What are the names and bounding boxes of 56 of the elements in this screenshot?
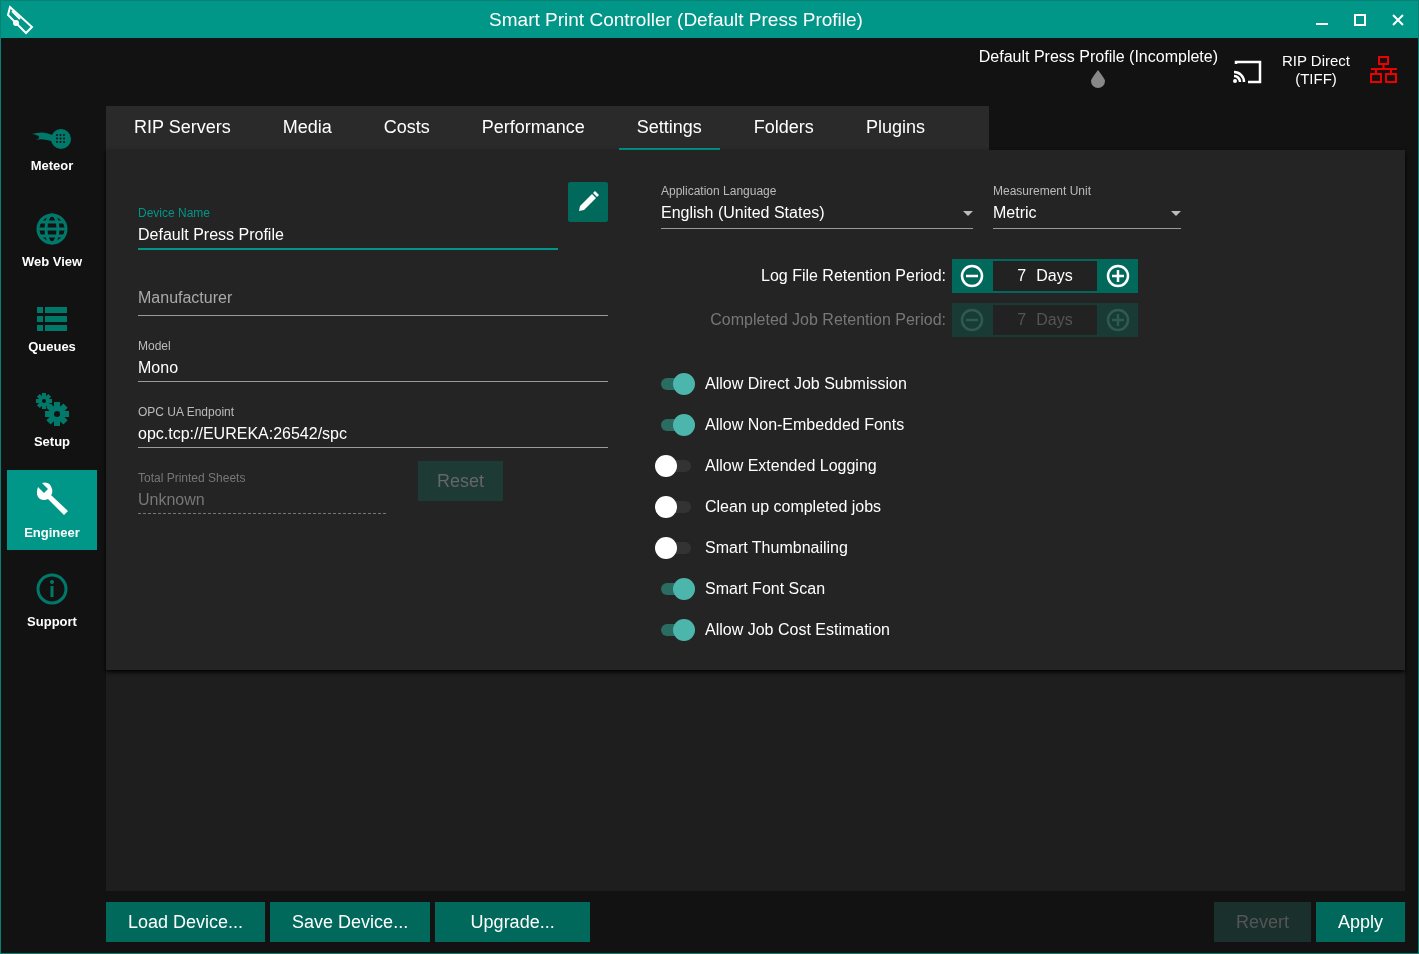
minus-icon: [960, 308, 984, 332]
sidebar-item[interactable]: Engineer: [7, 470, 97, 550]
manufacturer-field[interactable]: Manufacturer: [138, 289, 608, 316]
maximize-icon[interactable]: [1354, 13, 1366, 26]
caret-icon: [963, 210, 973, 216]
wrench-icon: [34, 480, 70, 517]
gears-icon: [35, 391, 69, 426]
tab[interactable]: RIP Servers: [116, 106, 249, 150]
toggle-switch[interactable]: Allow Job Cost Estimation: [655, 609, 1405, 650]
footer-button[interactable]: Apply: [1315, 902, 1405, 942]
caret-icon: [1171, 210, 1181, 216]
text-field[interactable]: OPC UA Endpoint opc.tcp://EUREKA:26542/spc: [138, 405, 608, 448]
dropdown[interactable]: Measurement Unit Metric: [993, 184, 1181, 229]
sidebar-item[interactable]: Queues: [7, 290, 97, 370]
toggle-switch[interactable]: Allow Non-Embedded Fonts: [655, 404, 1405, 445]
profile-status: Default Press Profile (Incomplete): [978, 48, 1218, 66]
cast-icon[interactable]: [1232, 60, 1262, 84]
edit-button[interactable]: [568, 182, 608, 222]
meteor-icon: [32, 127, 72, 150]
footer-button[interactable]: Load Device...: [106, 902, 266, 942]
retention-label: Log File Retention Period:: [760, 267, 946, 285]
sidebar-item[interactable]: Meteor: [7, 110, 97, 190]
retention-label: Completed Job Retention Period:: [709, 311, 946, 329]
list-icon: [37, 306, 67, 331]
plus-icon: [1106, 308, 1130, 332]
toggle-switch[interactable]: Allow Extended Logging: [655, 445, 1405, 486]
tab[interactable]: Performance: [463, 106, 603, 150]
toggle-switch[interactable]: Allow Direct Job Submission: [655, 363, 1405, 404]
text-field[interactable]: Device Name Default Press Profile: [138, 206, 558, 250]
minus-icon: [960, 264, 984, 288]
toggle-switch[interactable]: Clean up completed jobs: [655, 486, 1405, 527]
text-field: Total Printed Sheets Unknown: [138, 471, 386, 514]
footer-button[interactable]: Upgrade...: [435, 902, 591, 942]
drop-icon: [1091, 70, 1106, 88]
network-icon[interactable]: [1370, 56, 1398, 84]
footer-button[interactable]: Save Device...: [270, 902, 431, 942]
tab[interactable]: Plugins: [847, 106, 943, 150]
close-icon[interactable]: [1392, 13, 1404, 26]
sidebar-item[interactable]: Support: [7, 560, 97, 640]
tab[interactable]: Media: [264, 106, 350, 150]
window-title: Smart Print Controller (Default Press Profile): [488, 8, 864, 31]
sidebar-item[interactable]: Web View: [7, 200, 97, 280]
pencil-icon: [577, 191, 599, 213]
days-value[interactable]: 7 Days: [992, 260, 1098, 292]
tab[interactable]: Folders: [735, 106, 832, 150]
info-icon: [35, 571, 69, 606]
sidebar-item[interactable]: Setup: [7, 380, 97, 460]
dropdown[interactable]: Application Language English (United States): [661, 184, 973, 229]
tab[interactable]: Costs: [365, 106, 448, 150]
globe-icon: [35, 211, 69, 246]
rip-mode-label: RIP Direct (TIFF): [1280, 52, 1352, 88]
toggle-switch[interactable]: Smart Font Scan: [655, 568, 1405, 609]
text-field[interactable]: Model Mono: [138, 339, 608, 382]
plus-icon: [1106, 264, 1130, 288]
app-logo-icon: [6, 4, 36, 35]
toggle-switch[interactable]: Smart Thumbnailing: [655, 527, 1405, 568]
